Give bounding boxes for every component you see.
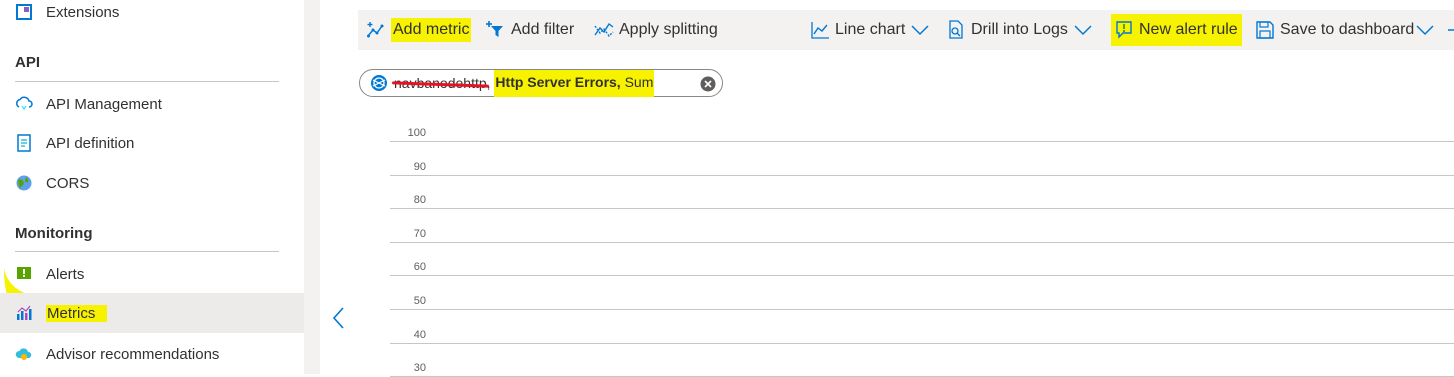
- more-overflow-indicator[interactable]: [1448, 10, 1454, 50]
- add-filter-button[interactable]: Add filter: [486, 10, 574, 50]
- save-icon: [1256, 21, 1274, 39]
- drill-into-logs-dropdown[interactable]: Drill into Logs: [946, 10, 1092, 50]
- filter-add-icon: [486, 21, 503, 37]
- extensions-icon: [16, 4, 32, 20]
- section-divider: [15, 251, 279, 252]
- splitting-icon: [594, 22, 614, 38]
- metrics-toolbar: Add metric Add filter Apply splitting Li…: [358, 10, 1454, 50]
- gridline: [390, 208, 1454, 209]
- y-tick-label: 90: [413, 161, 426, 173]
- gridline: [390, 175, 1454, 176]
- y-tick-label: 60: [413, 261, 426, 273]
- chevron-down-icon: [1416, 25, 1434, 36]
- gridline: [390, 141, 1454, 142]
- chevron-down-icon: [1074, 25, 1092, 36]
- y-tick-label: 50: [413, 295, 426, 307]
- section-heading-api: API: [15, 54, 41, 71]
- sidebar-item-label: Metrics: [46, 304, 108, 322]
- gridline: [390, 343, 1454, 344]
- sidebar-item-alerts[interactable]: Alerts: [0, 254, 304, 294]
- chevron-down-icon: [911, 25, 929, 36]
- drill-into-logs-label: Drill into Logs: [971, 21, 1068, 38]
- new-alert-rule-button[interactable]: New alert rule: [1111, 14, 1242, 46]
- globe-icon: [16, 175, 32, 191]
- sidebar-item-extensions[interactable]: Extensions: [0, 0, 304, 32]
- resource-name: navbanodehttp: [394, 75, 487, 91]
- sidebar-item-advisor-recommendations[interactable]: Advisor recommendations: [0, 334, 304, 374]
- sidebar-item-label: Advisor recommendations: [46, 345, 220, 363]
- add-metric-button[interactable]: Add metric: [366, 10, 472, 50]
- logs-search-icon: [949, 20, 963, 39]
- sidebar-item-metrics[interactable]: Metrics: [0, 293, 304, 333]
- save-to-dashboard-dropdown[interactable]: Save to dashboard: [1255, 10, 1434, 50]
- aggregation-name: Sum: [624, 73, 654, 90]
- gridline: [390, 242, 1454, 243]
- close-icon[interactable]: [700, 76, 716, 92]
- y-tick-label: 80: [413, 194, 426, 206]
- y-tick-label: 70: [413, 228, 426, 240]
- apply-splitting-label: Apply splitting: [619, 21, 718, 38]
- sidebar-item-label: Extensions: [46, 3, 120, 21]
- metrics-icon: [17, 305, 32, 320]
- gridline: [390, 275, 1454, 276]
- add-metric-label: Add metric: [391, 18, 472, 42]
- apply-splitting-button[interactable]: Apply splitting: [594, 10, 718, 50]
- collapse-chevron-left-icon[interactable]: [330, 304, 348, 332]
- line-chart-dropdown[interactable]: Line chart: [810, 10, 929, 50]
- gridline: [390, 309, 1454, 310]
- sidebar-item-label: API Management: [46, 95, 162, 113]
- sidebar-item-cors[interactable]: CORS: [0, 163, 304, 203]
- advisor-cloud-icon: [15, 348, 32, 360]
- new-alert-icon: [1116, 21, 1132, 39]
- sidebar-item-label: Alerts: [46, 265, 85, 283]
- line-chart-icon: [811, 22, 829, 39]
- y-tick-label: 30: [413, 362, 426, 374]
- section-heading-monitoring: Monitoring: [15, 225, 93, 242]
- add-metric-icon: [367, 22, 384, 38]
- section-divider: [15, 81, 279, 82]
- metric-selector-pill[interactable]: navbanodehttp , Http Server Errors, Sum: [359, 69, 723, 97]
- cloud-sync-icon: [16, 96, 33, 111]
- sidebar-splitter[interactable]: [304, 0, 320, 374]
- pill-separator: ,: [486, 75, 495, 91]
- plus-icon: [1448, 29, 1454, 31]
- metrics-chart[interactable]: 100 90 80 70 60 50 40 30: [380, 127, 1454, 377]
- sidebar-item-label: CORS: [46, 174, 90, 192]
- sidebar-item-label: API definition: [46, 134, 135, 152]
- resource-menu: Extensions API API Management API defini…: [0, 0, 304, 374]
- y-tick-label: 100: [407, 127, 426, 139]
- alert-icon: [17, 267, 31, 279]
- line-chart-label: Line chart: [835, 21, 906, 38]
- add-filter-label: Add filter: [511, 21, 575, 38]
- sidebar-item-api-management[interactable]: API Management: [0, 84, 304, 124]
- document-icon: [17, 134, 31, 152]
- metric-highlight: Http Server Errors, Sum: [494, 69, 655, 97]
- y-tick-label: 40: [413, 329, 426, 341]
- app-service-globe-icon: [371, 75, 387, 91]
- save-to-dashboard-label: Save to dashboard: [1280, 21, 1415, 38]
- sidebar-item-api-definition[interactable]: API definition: [0, 123, 304, 163]
- metric-name: Http Server Errors,: [495, 73, 621, 90]
- new-alert-rule-label: New alert rule: [1139, 21, 1238, 38]
